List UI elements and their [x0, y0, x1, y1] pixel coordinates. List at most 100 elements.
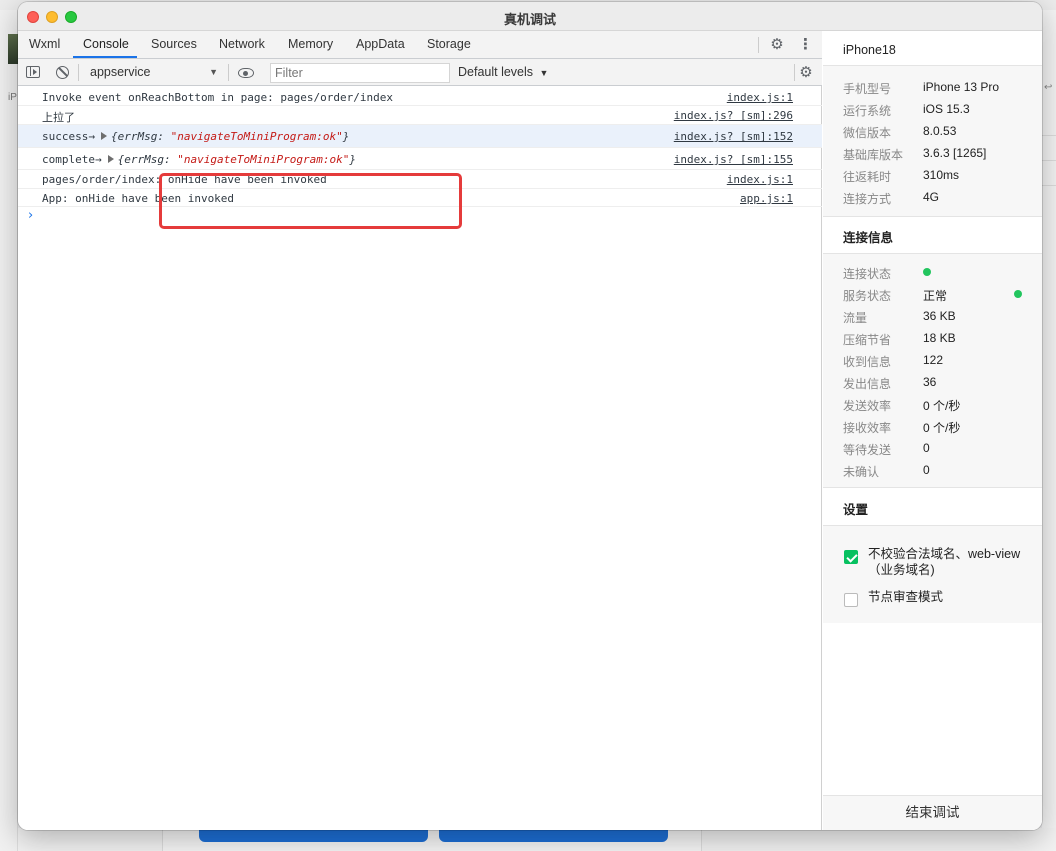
- log-source-link[interactable]: app.js:1: [740, 192, 793, 205]
- node-inspect-checkbox[interactable]: [844, 593, 858, 607]
- log-row: 上拉了 index.js? [sm]:296: [18, 106, 822, 125]
- tab-sources[interactable]: Sources: [151, 31, 197, 59]
- info-key: 发出信息: [843, 377, 892, 391]
- info-key: 手机型号: [843, 82, 892, 96]
- highlight-annotation-box: [159, 173, 462, 229]
- devtools-tabbar: Wxml Console Sources Network Memory AppD…: [18, 31, 822, 59]
- active-tab-indicator: [73, 56, 137, 58]
- console-toolbar: appservice ▼ Default levels ▼ ⚙: [18, 59, 822, 86]
- log-levels-label: Default levels: [458, 65, 534, 79]
- log-object-open: {errMsg:: [117, 153, 178, 166]
- info-value: 4G: [923, 190, 940, 204]
- device-info-section: 手机型号 iPhone 13 Pro 运行系统 iOS 15.3 微信版本 8.…: [823, 66, 1042, 216]
- info-key: 发送效率: [843, 399, 892, 413]
- tab-appdata[interactable]: AppData: [356, 31, 405, 59]
- log-object-close: }: [342, 130, 350, 143]
- info-key: 等待发送: [843, 443, 892, 457]
- device-name: iPhone18: [843, 43, 896, 57]
- skip-domain-check-checkbox[interactable]: [844, 550, 858, 564]
- divider: [823, 487, 1042, 488]
- info-key: 运行系统: [843, 104, 892, 118]
- log-object-open: {errMsg:: [110, 130, 171, 143]
- info-key: 往返耗时: [843, 170, 892, 184]
- info-key: 接收效率: [843, 421, 892, 435]
- info-value: 正常: [923, 289, 948, 303]
- background-button: [439, 828, 668, 842]
- background-right-panel: [1042, 10, 1056, 851]
- info-key: 基础库版本: [843, 148, 904, 162]
- log-source-link[interactable]: index.js? [sm]:155: [674, 153, 793, 166]
- connection-section-title: 连接信息: [843, 231, 894, 245]
- clear-console-icon[interactable]: [56, 66, 69, 79]
- expand-triangle-icon[interactable]: [107, 155, 114, 163]
- toolbar-divider: [78, 64, 79, 81]
- remote-debug-window: 真机调试 Wxml Console Sources Network Memory…: [18, 2, 1042, 830]
- info-key: 连接状态: [843, 267, 892, 281]
- gear-icon[interactable]: ⚙: [768, 37, 786, 53]
- info-value: 8.0.53: [923, 124, 957, 138]
- device-info-panel: iPhone18 手机型号 iPhone 13 Pro 运行系统 iOS 15.…: [823, 31, 1042, 830]
- node-inspect-label[interactable]: 节点审查模式: [868, 589, 1028, 605]
- info-key: 连接方式: [843, 192, 892, 206]
- info-value: 3.6.3 [1265]: [923, 146, 987, 160]
- settings-section-title: 设置: [843, 503, 869, 517]
- log-row: success→ {errMsg: "navigateToMiniProgram:…: [18, 125, 822, 148]
- tab-console[interactable]: Console: [83, 31, 129, 59]
- log-message: complete→ {errMsg: "navigateToMiniProgram…: [42, 153, 356, 166]
- info-value: 122: [923, 353, 944, 367]
- log-object-value: "navigateToMiniProgram:ok": [177, 153, 350, 166]
- context-select[interactable]: appservice ▼: [82, 62, 224, 83]
- end-debug-button[interactable]: 结束调试: [823, 795, 1042, 830]
- log-source-link[interactable]: index.js? [sm]:296: [674, 109, 793, 122]
- skip-domain-check-label[interactable]: 不校验合法域名、web-view（业务域名): [868, 546, 1028, 578]
- background-divider: [1042, 135, 1056, 136]
- tab-storage[interactable]: Storage: [427, 31, 471, 59]
- info-value: 0 个/秒: [923, 421, 961, 435]
- chevron-down-icon: ▼: [539, 68, 549, 78]
- devtools-panel: Wxml Console Sources Network Memory AppD…: [18, 31, 822, 830]
- background-divider: [1042, 185, 1056, 186]
- log-prefix: success→: [42, 130, 95, 143]
- info-key: 压缩节省: [843, 333, 892, 347]
- info-value: iOS 15.3: [923, 102, 970, 116]
- expand-triangle-icon[interactable]: [100, 132, 107, 140]
- log-source-link[interactable]: index.js:1: [727, 173, 793, 186]
- console-prompt[interactable]: ›: [28, 208, 33, 223]
- info-key: 未确认: [843, 465, 880, 479]
- log-prefix: complete→: [42, 153, 102, 166]
- tab-network[interactable]: Network: [219, 31, 265, 59]
- background-divider: [1042, 160, 1056, 161]
- background-left-label: iP: [8, 92, 17, 103]
- tab-wxml[interactable]: Wxml: [29, 31, 60, 59]
- filter-input[interactable]: [270, 63, 450, 83]
- window-title: 真机调试: [503, 12, 556, 27]
- log-source-link[interactable]: index.js? [sm]:152: [674, 130, 793, 143]
- eye-icon[interactable]: [238, 68, 254, 78]
- log-message: 上拉了: [42, 111, 75, 124]
- background-button: [199, 828, 428, 842]
- log-message: success→ {errMsg: "navigateToMiniProgram:…: [42, 130, 349, 143]
- log-source-link[interactable]: index.js:1: [727, 91, 793, 104]
- tab-memory[interactable]: Memory: [288, 31, 333, 59]
- more-vertical-icon[interactable]: ⋮: [798, 37, 813, 53]
- toolbar-divider: [794, 64, 795, 81]
- info-value: 0: [923, 441, 930, 455]
- context-select-value: appservice: [90, 65, 151, 79]
- background-arrow-icon: ↩: [1044, 82, 1053, 93]
- settings-section: 不校验合法域名、web-view（业务域名) 节点审查模式: [823, 526, 1042, 623]
- gear-icon[interactable]: ⚙: [797, 65, 815, 81]
- background-thumbnail: [8, 34, 18, 64]
- info-value: iPhone 13 Pro: [923, 80, 1000, 94]
- info-value: 36 KB: [923, 309, 956, 323]
- log-row: Invoke event onReachBottom in page: page…: [18, 88, 822, 106]
- info-key: 微信版本: [843, 126, 892, 140]
- log-object-value: "navigateToMiniProgram:ok": [170, 130, 343, 143]
- connection-info-section: 连接状态 服务状态 正常 流量 36 KB 压缩节省 18 KB 收到信息 12…: [823, 254, 1042, 487]
- info-value: 18 KB: [923, 331, 956, 345]
- sidebar-toggle-icon[interactable]: [26, 66, 40, 78]
- info-key: 流量: [843, 311, 868, 325]
- info-value: 310ms: [923, 168, 960, 182]
- info-value: 0: [923, 463, 930, 477]
- log-levels-dropdown[interactable]: Default levels ▼: [458, 59, 548, 86]
- title-bar: 真机调试: [18, 2, 1042, 31]
